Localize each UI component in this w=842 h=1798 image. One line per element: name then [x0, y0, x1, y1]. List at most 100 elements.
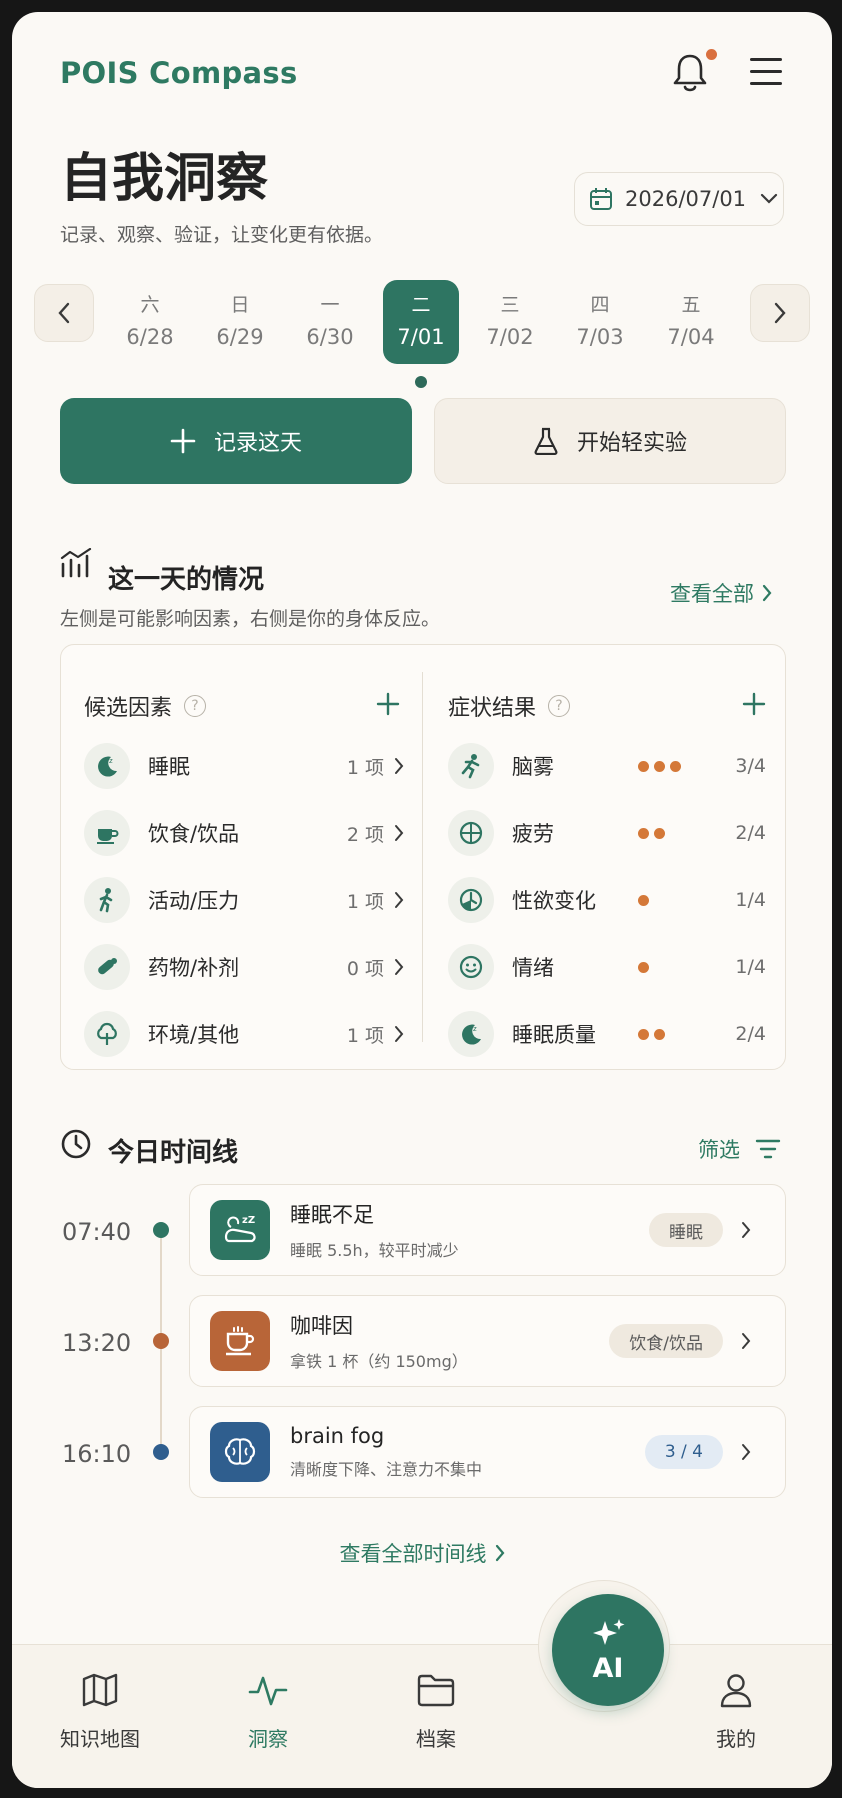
- factor-item-sleep[interactable]: z 睡眠 1 项: [84, 742, 404, 790]
- circle-cross-icon: [448, 810, 494, 856]
- symptom-item-mood[interactable]: 情绪 1/4: [448, 943, 766, 991]
- moon-icon: z: [84, 743, 130, 789]
- plus-icon: [170, 428, 196, 454]
- timeline-entry-detail: 拿铁 1 杯（约 150mg）: [290, 1352, 468, 1371]
- category-tag: 饮食/饮品: [609, 1324, 723, 1358]
- coffee-icon: [84, 810, 130, 856]
- timeline-entry-title: 咖啡因: [290, 1314, 353, 1338]
- app-screen: POIS Compass 自我洞察 记录、观察、验证，让变化更有依据。 2026…: [12, 12, 832, 1788]
- day-chip[interactable]: 六 6/28: [112, 280, 188, 364]
- help-icon[interactable]: ?: [548, 695, 571, 717]
- severity-dots: [638, 1028, 702, 1040]
- chevron-down-icon: [760, 193, 778, 204]
- smile-icon: [448, 944, 494, 990]
- timeline-entry-title: 睡眠不足: [290, 1203, 374, 1227]
- selected-day-indicator: [415, 376, 427, 388]
- chevron-right-icon: [395, 959, 404, 975]
- start-experiment-button[interactable]: 开始轻实验: [434, 398, 786, 484]
- add-symptom-icon[interactable]: [742, 692, 766, 716]
- category-tag: 睡眠: [649, 1213, 723, 1247]
- add-factor-icon[interactable]: [376, 692, 400, 716]
- day-overview-subtitle: 左侧是可能影响因素，右侧是你的身体反应。: [60, 608, 441, 630]
- filter-icon: [755, 1139, 781, 1159]
- brain-icon: [210, 1422, 270, 1482]
- factor-item-activity[interactable]: 活动/压力 1 项: [84, 876, 404, 924]
- map-icon: [82, 1673, 118, 1707]
- factor-item-diet[interactable]: 饮食/饮品 2 项: [84, 809, 404, 857]
- timeline-title: 今日时间线: [108, 1138, 239, 1168]
- view-all-timeline-link[interactable]: 查看全部时间线: [12, 1538, 832, 1568]
- notification-badge: [706, 49, 717, 60]
- svg-text:z: z: [109, 757, 113, 765]
- chevron-right-icon: [395, 825, 404, 841]
- chevron-right-icon: [495, 1544, 504, 1562]
- nav-me[interactable]: 我的: [676, 1672, 796, 1752]
- day-chip[interactable]: 一 6/30: [292, 280, 368, 364]
- help-icon[interactable]: ?: [184, 695, 207, 717]
- factors-title: 候选因素 ?: [84, 690, 207, 722]
- chevron-right-icon: [395, 1026, 404, 1042]
- walk-icon: [84, 877, 130, 923]
- prev-week-button[interactable]: [34, 284, 94, 342]
- next-week-button[interactable]: [750, 284, 810, 342]
- chart-icon: [60, 548, 92, 578]
- view-all-link[interactable]: 查看全部: [670, 578, 772, 608]
- day-chip[interactable]: 五 7/04: [653, 280, 729, 364]
- calendar-icon: [590, 188, 612, 210]
- sleep-icon: zZ: [210, 1200, 270, 1260]
- symptom-item-brain-fog[interactable]: 脑雾 3/4: [448, 742, 766, 790]
- date-picker[interactable]: 2026/07/01: [574, 172, 784, 226]
- factor-item-environment[interactable]: 环境/其他 1 项: [84, 1010, 404, 1058]
- record-day-button[interactable]: 记录这天: [60, 398, 412, 484]
- ai-assistant-button[interactable]: AI: [552, 1594, 664, 1706]
- symptom-item-libido[interactable]: 性欲变化 1/4: [448, 876, 766, 924]
- symptom-item-sleep-quality[interactable]: z 睡眠质量 2/4: [448, 1010, 766, 1058]
- menu-icon[interactable]: [750, 56, 786, 88]
- filter-button[interactable]: 筛选: [698, 1134, 782, 1164]
- chevron-right-icon: [742, 1444, 751, 1460]
- date-picker-value: 2026/07/01: [625, 187, 747, 211]
- flask-icon: [534, 427, 558, 455]
- timeline-dot: [153, 1444, 169, 1460]
- run-icon: [448, 743, 494, 789]
- brand-logo: POIS Compass: [60, 56, 298, 90]
- timeline-entry-detail: 清晰度下降、注意力不集中: [290, 1460, 483, 1479]
- severity-tag: 3 / 4: [644, 1435, 723, 1469]
- sparkle-icon: [593, 1618, 625, 1645]
- svg-text:z: z: [473, 1025, 477, 1033]
- symptoms-title: 症状结果 ?: [448, 690, 571, 722]
- nav-files[interactable]: 档案: [376, 1672, 496, 1752]
- nav-knowledge-map[interactable]: 知识地图: [40, 1672, 160, 1752]
- timeline-entry[interactable]: zZ 睡眠不足 睡眠 5.5h，较平时减少 睡眠: [189, 1184, 786, 1276]
- timeline-dot: [153, 1222, 169, 1238]
- chevron-right-icon: [395, 758, 404, 774]
- timeline-time: 13:20: [62, 1329, 132, 1357]
- chevron-right-icon: [762, 584, 772, 602]
- notification-bell-icon[interactable]: [670, 50, 710, 94]
- svg-text:zZ: zZ: [242, 1215, 255, 1226]
- timeline-entry-detail: 睡眠 5.5h，较平时减少: [290, 1241, 459, 1260]
- severity-dots: [638, 827, 702, 839]
- nav-insight[interactable]: 洞察: [208, 1672, 328, 1752]
- day-chip-selected[interactable]: 二 7/01: [383, 280, 459, 364]
- folder-icon: [417, 1674, 455, 1707]
- user-icon: [720, 1674, 752, 1708]
- ai-label: AI: [592, 1652, 624, 1684]
- clock-icon: [448, 877, 494, 923]
- timeline-entry[interactable]: brain fog 清晰度下降、注意力不集中 3 / 4: [189, 1406, 786, 1498]
- page-subtitle: 记录、观察、验证，让变化更有依据。: [60, 224, 384, 246]
- chevron-left-icon: [58, 302, 70, 324]
- timeline-time: 16:10: [62, 1440, 132, 1468]
- factor-item-medication[interactable]: 药物/补剂 0 项: [84, 943, 404, 991]
- day-chip[interactable]: 三 7/02: [472, 280, 548, 364]
- timeline-entry[interactable]: 咖啡因 拿铁 1 杯（约 150mg） 饮食/饮品: [189, 1295, 786, 1387]
- day-chip[interactable]: 四 7/03: [562, 280, 638, 364]
- chevron-right-icon: [395, 892, 404, 908]
- symptom-item-fatigue[interactable]: 疲劳 2/4: [448, 809, 766, 857]
- severity-dots: [638, 894, 702, 906]
- day-chip[interactable]: 日 6/29: [202, 280, 278, 364]
- severity-dots: [638, 961, 702, 973]
- moon-icon: z: [448, 1011, 494, 1057]
- pill-icon: [84, 944, 130, 990]
- timeline-time: 07:40: [62, 1218, 132, 1246]
